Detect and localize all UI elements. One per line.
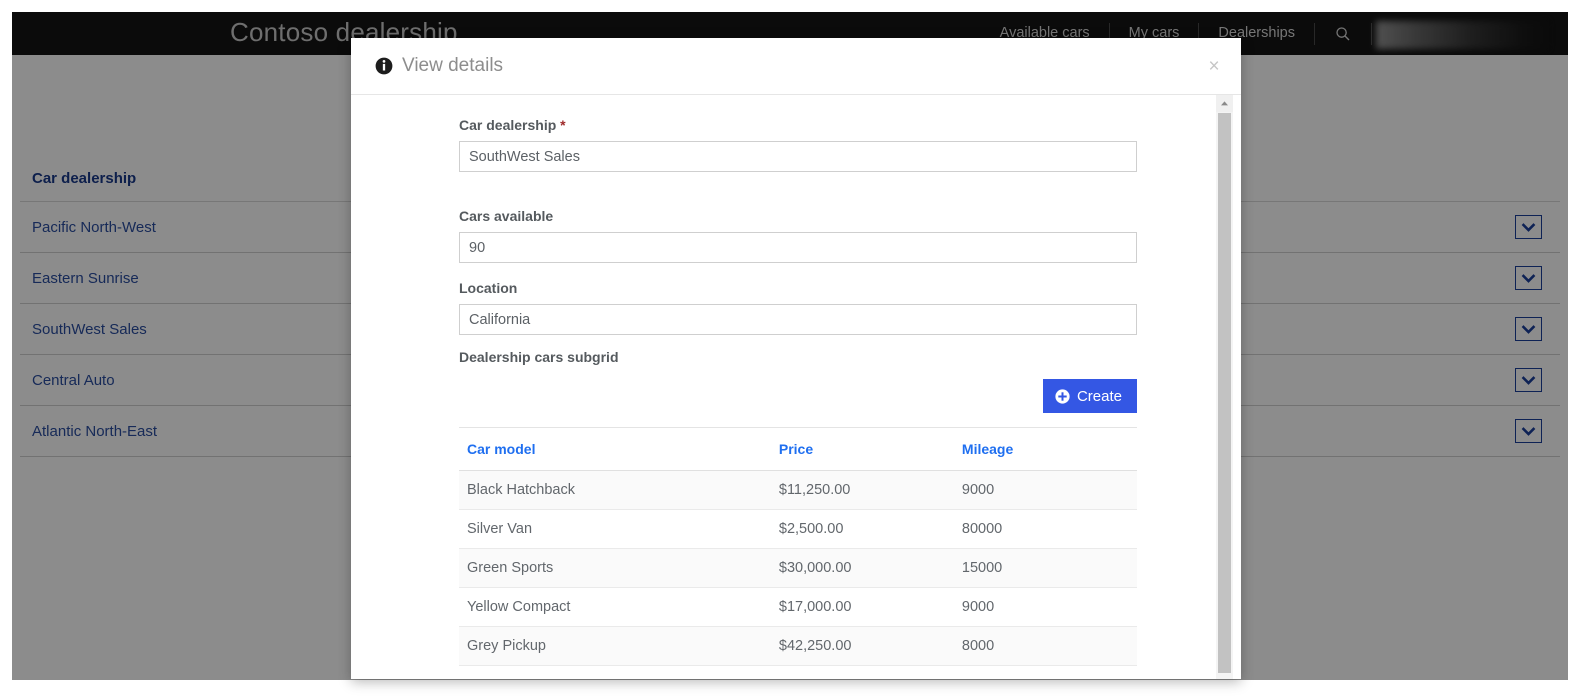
subgrid-row[interactable]: Green Sports $30,000.00 15000 <box>459 548 1137 588</box>
nav-separator <box>1371 22 1372 45</box>
subgrid-row[interactable]: Silver Van $2,500.00 80000 <box>459 509 1137 549</box>
subgrid-cell-price: $30,000.00 <box>770 548 954 588</box>
chevron-down-icon[interactable] <box>1515 368 1542 392</box>
required-marker: * <box>560 117 566 133</box>
subgrid-row[interactable]: Black Hatchback $11,250.00 9000 <box>459 470 1137 510</box>
subgrid-cell-mileage: 80000 <box>953 509 1137 549</box>
subgrid-cell-price: $2,500.00 <box>770 509 954 549</box>
cars-available-input[interactable] <box>459 232 1137 263</box>
subgrid-cell-model: Grey Pickup <box>459 626 771 666</box>
chevron-down-icon[interactable] <box>1515 419 1542 443</box>
car-dealership-input[interactable] <box>459 141 1137 172</box>
screenshot-root: Contoso dealership Available cars My car… <box>0 0 1580 697</box>
subgrid-column-car-model[interactable]: Car model <box>459 427 771 471</box>
subgrid-label: Dealership cars subgrid <box>459 349 619 365</box>
subgrid-row[interactable]: Grey Pickup $42,250.00 8000 <box>459 626 1137 666</box>
scrollbar-thumb[interactable] <box>1218 113 1231 673</box>
plus-circle-icon <box>1055 388 1070 404</box>
dealership-cars-subgrid: Car model Price Mileage Black Hatchback $… <box>459 427 1137 666</box>
create-button-label: Create <box>1076 387 1122 405</box>
subgrid-cell-model: Black Hatchback <box>459 470 771 510</box>
subgrid-row[interactable]: Yellow Compact $17,000.00 9000 <box>459 587 1137 627</box>
modal-title: View details <box>402 55 504 76</box>
subgrid-cell-mileage: 9000 <box>953 587 1137 627</box>
subgrid-cell-model: Silver Van <box>459 509 771 549</box>
subgrid-column-price[interactable]: Price <box>770 427 954 471</box>
create-button[interactable]: Create <box>1042 379 1137 413</box>
label-text: Car dealership <box>459 117 557 133</box>
details-form: Car dealership * Cars available Location <box>351 117 1241 666</box>
label-location: Location <box>459 280 518 296</box>
modal-scrollbar[interactable] <box>1216 95 1233 679</box>
scroll-up-icon[interactable] <box>1216 95 1233 112</box>
field-cars-available: Cars available <box>459 208 1137 263</box>
subgrid-cell-price: $17,000.00 <box>770 587 954 627</box>
modal-header: View details × <box>351 38 1241 95</box>
subgrid-cell-mileage: 15000 <box>953 548 1137 588</box>
subgrid-cell-mileage: 8000 <box>953 626 1137 666</box>
subgrid-column-mileage[interactable]: Mileage <box>953 427 1137 471</box>
field-car-dealership: Car dealership * <box>459 117 1137 172</box>
view-details-modal: View details × Car dealership * Cars ava… <box>351 38 1241 679</box>
subgrid-cell-mileage: 9000 <box>953 470 1137 510</box>
subgrid-cell-model: Yellow Compact <box>459 587 771 627</box>
subgrid-toolbar: Create <box>459 379 1137 413</box>
subgrid-cell-price: $42,250.00 <box>770 626 954 666</box>
chevron-down-icon[interactable] <box>1515 317 1542 341</box>
label-car-dealership: Car dealership * <box>459 117 1137 133</box>
close-icon[interactable]: × <box>1201 53 1227 79</box>
subgrid-cell-price: $11,250.00 <box>770 470 954 510</box>
field-location: Location <box>459 280 1137 335</box>
subgrid-body: Black Hatchback $11,250.00 9000 Silver Van $… <box>459 470 1137 666</box>
modal-body: Car dealership * Cars available Location <box>351 95 1241 679</box>
label-cars-available: Cars available <box>459 208 554 224</box>
chevron-down-icon[interactable] <box>1515 266 1542 290</box>
info-icon <box>375 57 393 75</box>
search-icon[interactable] <box>1315 12 1371 55</box>
subgrid-cell-model: Green Sports <box>459 548 771 588</box>
subgrid-header-row: Car model Price Mileage <box>459 427 1137 471</box>
user-account-area[interactable] <box>1376 21 1548 49</box>
chevron-down-icon[interactable] <box>1515 215 1542 239</box>
location-input[interactable] <box>459 304 1137 335</box>
